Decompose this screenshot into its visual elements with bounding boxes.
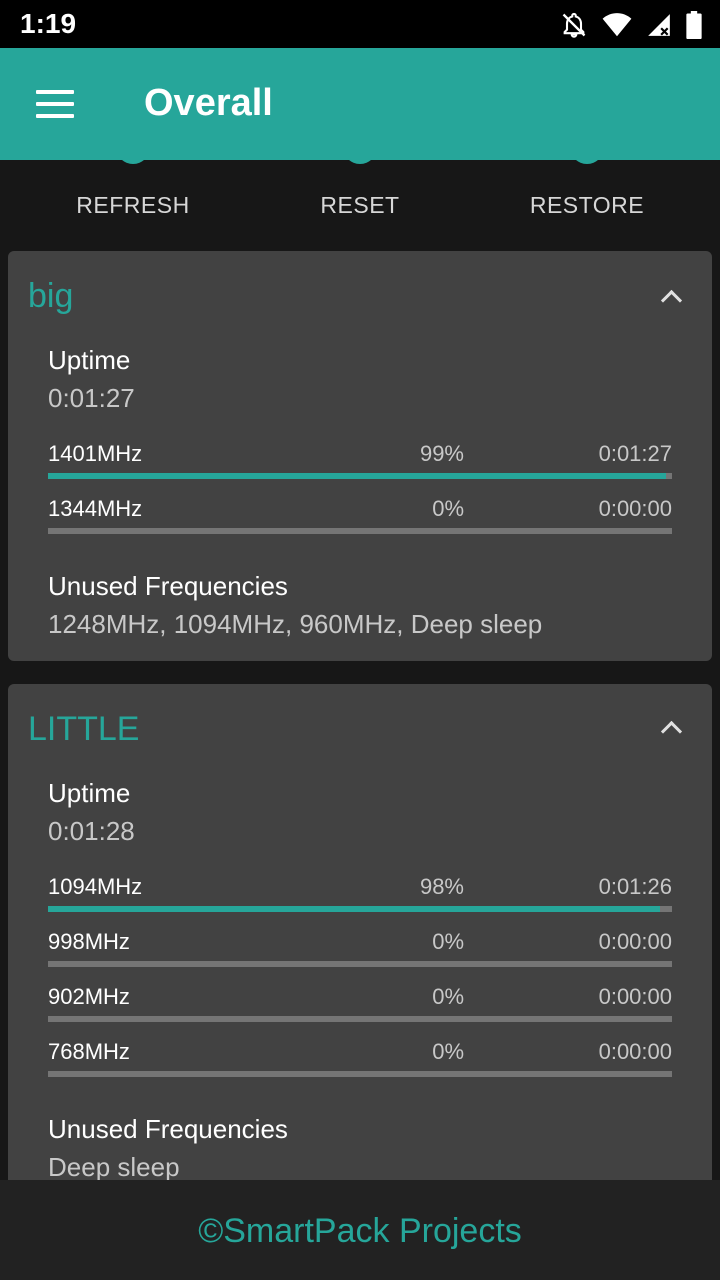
unused-frequencies-label: Unused Frequencies [48, 571, 288, 601]
frequency-percent: 98% [419, 874, 464, 899]
frequency-time: 0:00:00 [598, 929, 672, 954]
unused-frequencies-value: 1248MHz, 1094MHz, 960MHz, Deep sleep [48, 609, 543, 639]
frequency-time: 0:00:00 [598, 984, 672, 1009]
frequency-progress-bar [48, 1071, 672, 1077]
frequency-name: 1344MHz [48, 496, 143, 521]
wifi-icon [602, 13, 632, 37]
battery-icon [686, 11, 702, 39]
frequency-progress-bar [48, 473, 672, 479]
restore-button[interactable]: RESTORE [530, 192, 644, 219]
app-bar: Overall [0, 48, 720, 160]
frequency-name: 998MHz [48, 929, 130, 954]
frequency-time: 0:01:27 [598, 441, 672, 466]
frequency-row: 1401MHz 99% 0:01:27 [48, 441, 672, 496]
frequency-time: 0:01:26 [598, 874, 672, 899]
restore-icon[interactable] [570, 160, 604, 164]
uptime-label: Uptime [48, 345, 131, 375]
chevron-up-icon[interactable] [652, 708, 692, 748]
uptime-value: 0:01:27 [48, 383, 135, 413]
status-time: 1:19 [20, 8, 77, 39]
frequency-percent: 99% [419, 441, 464, 466]
cluster-card-big: big Uptime 0:01:27 1401MHz 99% 0:01:27 1… [8, 251, 712, 661]
hamburger-line [36, 102, 74, 106]
refresh-button[interactable]: REFRESH [76, 192, 189, 219]
hamburger-menu-icon [36, 90, 74, 94]
frequency-row: 902MHz 0% 0:00:00 [48, 984, 672, 1039]
frequency-percent: 0% [432, 1039, 464, 1064]
refresh-icon[interactable] [116, 160, 150, 164]
cluster-title: LITTLE [28, 710, 140, 748]
frequency-percent: 0% [432, 496, 464, 521]
frequency-percent: 0% [432, 984, 464, 1009]
menu-button[interactable] [24, 82, 88, 126]
frequency-row: 1344MHz 0% 0:00:00 [48, 496, 672, 551]
frequency-progress-fill [48, 473, 666, 479]
frequency-row: 998MHz 0% 0:00:00 [48, 929, 672, 984]
frequency-row: 1094MHz 98% 0:01:26 [48, 874, 672, 929]
cell-signal-icon [648, 14, 670, 36]
frequency-name: 902MHz [48, 984, 130, 1009]
frequency-time: 0:00:00 [598, 496, 672, 521]
reset-icon[interactable] [343, 160, 377, 164]
frequency-progress-fill [48, 906, 660, 912]
notifications-off-icon [562, 12, 586, 38]
frequency-progress-bar [48, 961, 672, 967]
frequency-name: 1401MHz [48, 441, 143, 466]
uptime-value: 0:01:28 [48, 816, 135, 846]
main-content[interactable]: REFRESH RESET RESTORE big Uptime 0:01:27… [0, 160, 720, 1180]
frequency-row: 768MHz 0% 0:00:00 [48, 1039, 672, 1094]
frequency-progress-bar [48, 906, 672, 912]
frequency-progress-bar [48, 1016, 672, 1022]
page-title: Overall [144, 82, 273, 124]
cluster-card-little: LITTLE Uptime 0:01:28 1094MHz 98% 0:01:2… [8, 684, 712, 1180]
chevron-up-icon[interactable] [652, 277, 692, 317]
frequency-name: 1094MHz [48, 874, 143, 899]
cluster-title: big [28, 277, 74, 315]
action-bar: REFRESH RESET RESTORE [0, 160, 720, 240]
frequency-progress-bar [48, 528, 672, 534]
frequency-name: 768MHz [48, 1039, 130, 1064]
frequency-time: 0:00:00 [598, 1039, 672, 1064]
hamburger-line [36, 114, 74, 118]
unused-frequencies-value: Deep sleep [48, 1152, 180, 1180]
frequency-percent: 0% [432, 929, 464, 954]
reset-button[interactable]: RESET [320, 192, 399, 219]
status-bar: 1:19 [0, 0, 720, 48]
footer: ©SmartPack Projects [0, 1180, 720, 1280]
footer-credit[interactable]: ©SmartPack Projects [0, 1212, 720, 1251]
unused-frequencies-label: Unused Frequencies [48, 1114, 288, 1144]
status-icons [560, 10, 702, 40]
uptime-label: Uptime [48, 778, 131, 808]
